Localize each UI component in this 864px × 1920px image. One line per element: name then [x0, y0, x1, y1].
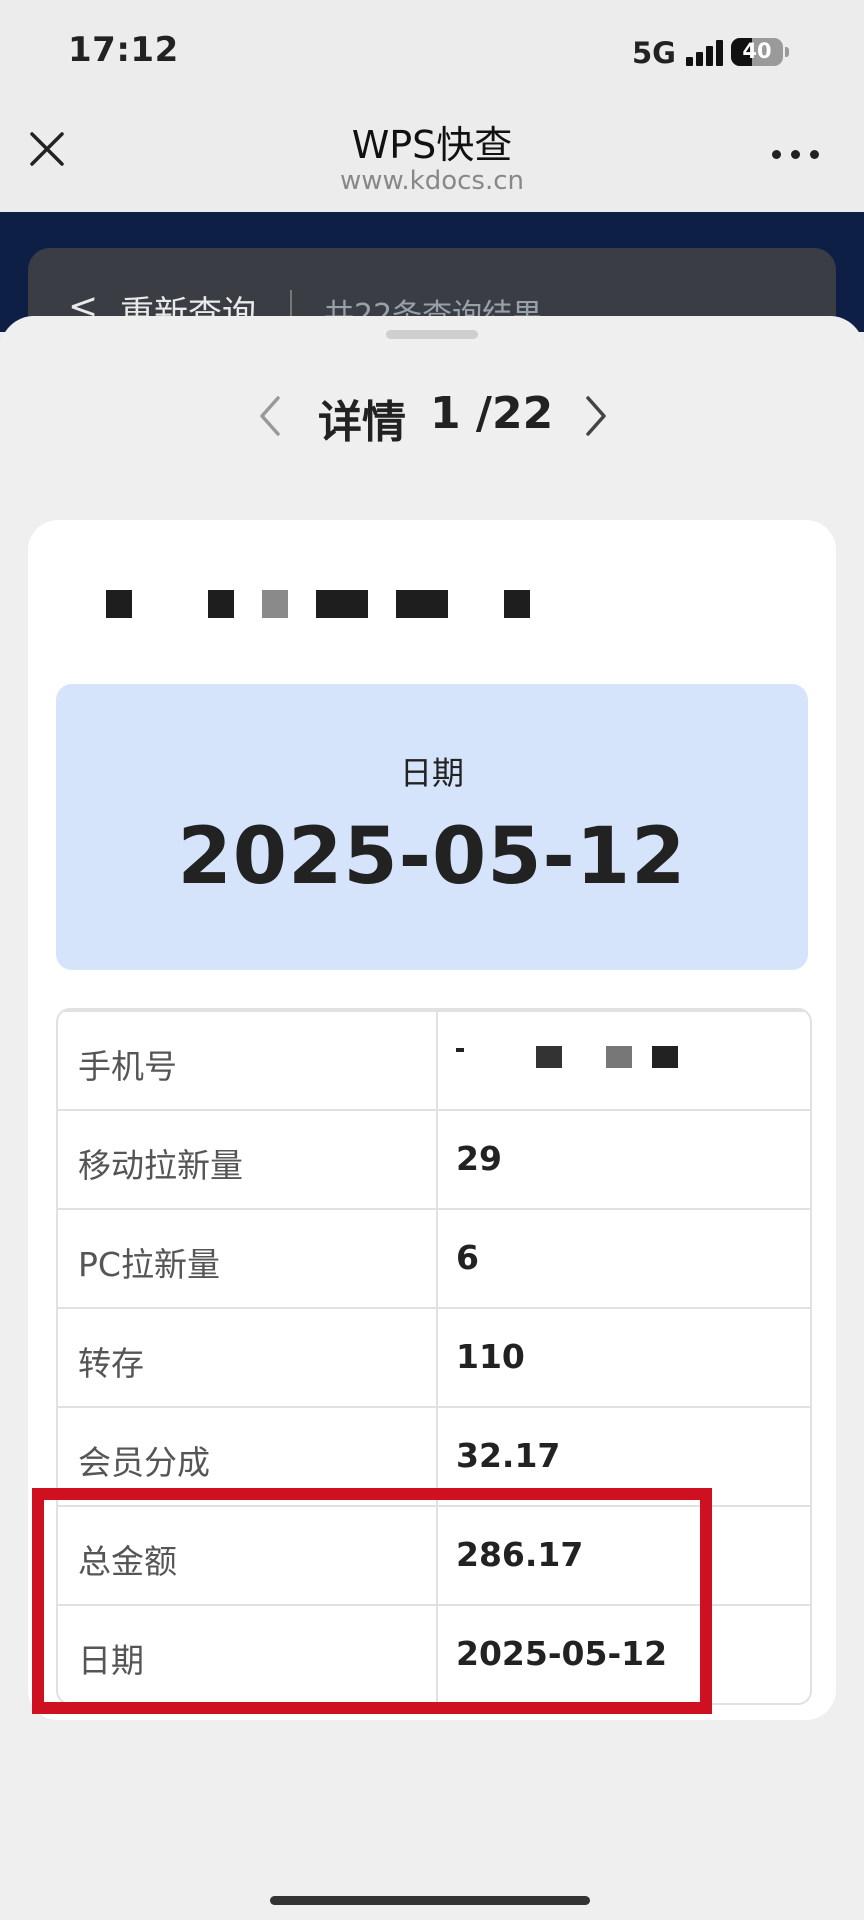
redacted-title — [78, 584, 530, 622]
highlight-annotation — [32, 1488, 712, 1714]
status-bar: 17:12 5G 40 — [0, 0, 864, 100]
date-hero: 日期 2025-05-12 — [56, 684, 808, 970]
more-button[interactable] — [772, 150, 822, 164]
background-page: < 重新查询 共22条查询结果 — [0, 212, 864, 368]
row-value: 29 — [456, 1139, 502, 1178]
row-key: 转存 — [78, 1344, 144, 1383]
table-row: 移动拉新量 29 — [58, 1109, 810, 1208]
network-type: 5G — [632, 36, 676, 70]
table-row: PC拉新量 6 — [58, 1208, 810, 1307]
sheet-handle[interactable] — [386, 330, 478, 339]
table-row: 手机号 — [58, 1010, 810, 1109]
chevron-left-icon — [260, 396, 280, 436]
page-url: www.kdocs.cn — [339, 166, 525, 196]
row-value: 6 — [456, 1238, 479, 1277]
row-key: 会员分成 — [78, 1443, 210, 1482]
pager: 详情 1 /22 — [0, 386, 864, 448]
row-key: 移动拉新量 — [78, 1146, 243, 1185]
row-value: 32.17 — [456, 1436, 561, 1475]
more-icon — [772, 150, 781, 159]
battery-cap — [785, 47, 789, 57]
pager-index: 1 /22 — [430, 388, 554, 439]
table-row: 转存 110 — [58, 1307, 810, 1406]
chevron-right-icon — [586, 396, 606, 436]
next-button[interactable] — [578, 392, 612, 440]
nav-bar: WPS快查 www.kdocs.cn — [0, 100, 864, 212]
pager-label: 详情 — [318, 397, 406, 448]
prev-button[interactable] — [254, 392, 288, 440]
row-value: 110 — [456, 1337, 525, 1376]
battery-icon: 40 — [731, 38, 783, 66]
page-title: WPS快查 — [351, 123, 513, 167]
row-key: PC拉新量 — [78, 1245, 220, 1284]
hero-label: 日期 — [399, 754, 464, 792]
row-key: 手机号 — [78, 1047, 177, 1086]
hero-date-value: 2025-05-12 — [177, 812, 687, 902]
redacted-phone — [456, 1046, 706, 1074]
battery-level: 40 — [742, 39, 772, 63]
home-indicator[interactable] — [270, 1896, 590, 1905]
status-time: 17:12 — [68, 30, 179, 70]
signal-icon — [686, 38, 726, 66]
